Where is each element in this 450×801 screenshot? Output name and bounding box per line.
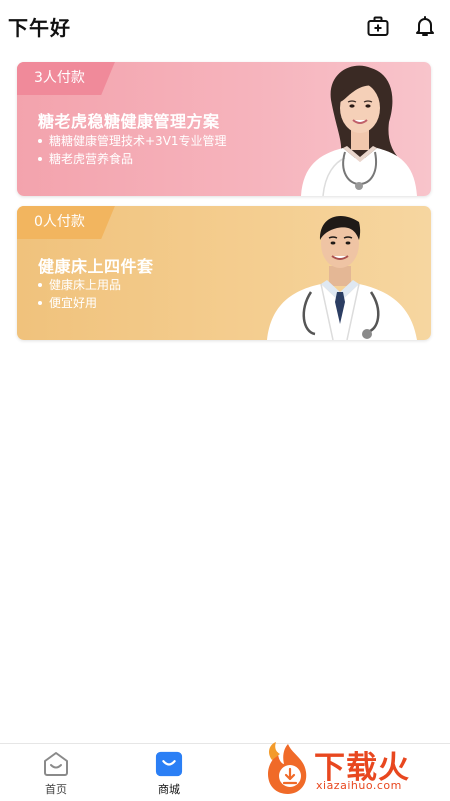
female-doctor-image xyxy=(301,65,417,196)
product-card-sugar-plan[interactable]: 3人付款 糖老虎稳糖健康管理方案 糖糖健康管理技术+3V1专业管理 糖老虎营养食… xyxy=(17,62,431,196)
card-title: 糖老虎稳糖健康管理方案 xyxy=(38,112,220,131)
payment-count-badge: 0人付款 xyxy=(17,206,115,239)
nav-label-mall: 商城 xyxy=(158,783,180,796)
watermark-logo: 下载火 xiazaihuo.com xyxy=(262,740,448,798)
bullet-icon xyxy=(38,138,42,143)
feature-item: 便宜好用 xyxy=(38,294,121,312)
greeting-title: 下午好 xyxy=(8,16,71,40)
home-icon xyxy=(44,752,68,776)
nav-item-home[interactable]: 首页 xyxy=(26,750,86,797)
nav-item-mall[interactable]: 商城 xyxy=(139,750,199,797)
top-bar: 下午好 xyxy=(0,0,450,52)
medical-kit-icon[interactable] xyxy=(366,14,390,38)
male-doctor-image xyxy=(267,216,417,340)
card-title: 健康床上四件套 xyxy=(38,257,154,276)
feature-item: 糖老虎营养食品 xyxy=(38,150,227,168)
bullet-icon xyxy=(38,156,42,161)
fire-logo-icon xyxy=(268,742,307,794)
shop-icon xyxy=(155,751,183,777)
feature-item: 糖糖健康管理技术+3V1专业管理 xyxy=(38,132,227,150)
nav-label-home: 首页 xyxy=(45,783,67,796)
feature-list: 健康床上用品 便宜好用 xyxy=(38,276,121,312)
payment-count-badge: 3人付款 xyxy=(17,62,115,95)
bullet-icon xyxy=(38,300,42,305)
bullet-icon xyxy=(38,282,42,287)
watermark-url: xiazaihuo.com xyxy=(316,779,402,792)
feature-list: 糖糖健康管理技术+3V1专业管理 糖老虎营养食品 xyxy=(38,132,227,168)
feature-item: 健康床上用品 xyxy=(38,276,121,294)
bell-icon[interactable] xyxy=(413,14,437,38)
product-card-bedding-set[interactable]: 0人付款 健康床上四件套 健康床上用品 便宜好用 xyxy=(17,206,431,340)
